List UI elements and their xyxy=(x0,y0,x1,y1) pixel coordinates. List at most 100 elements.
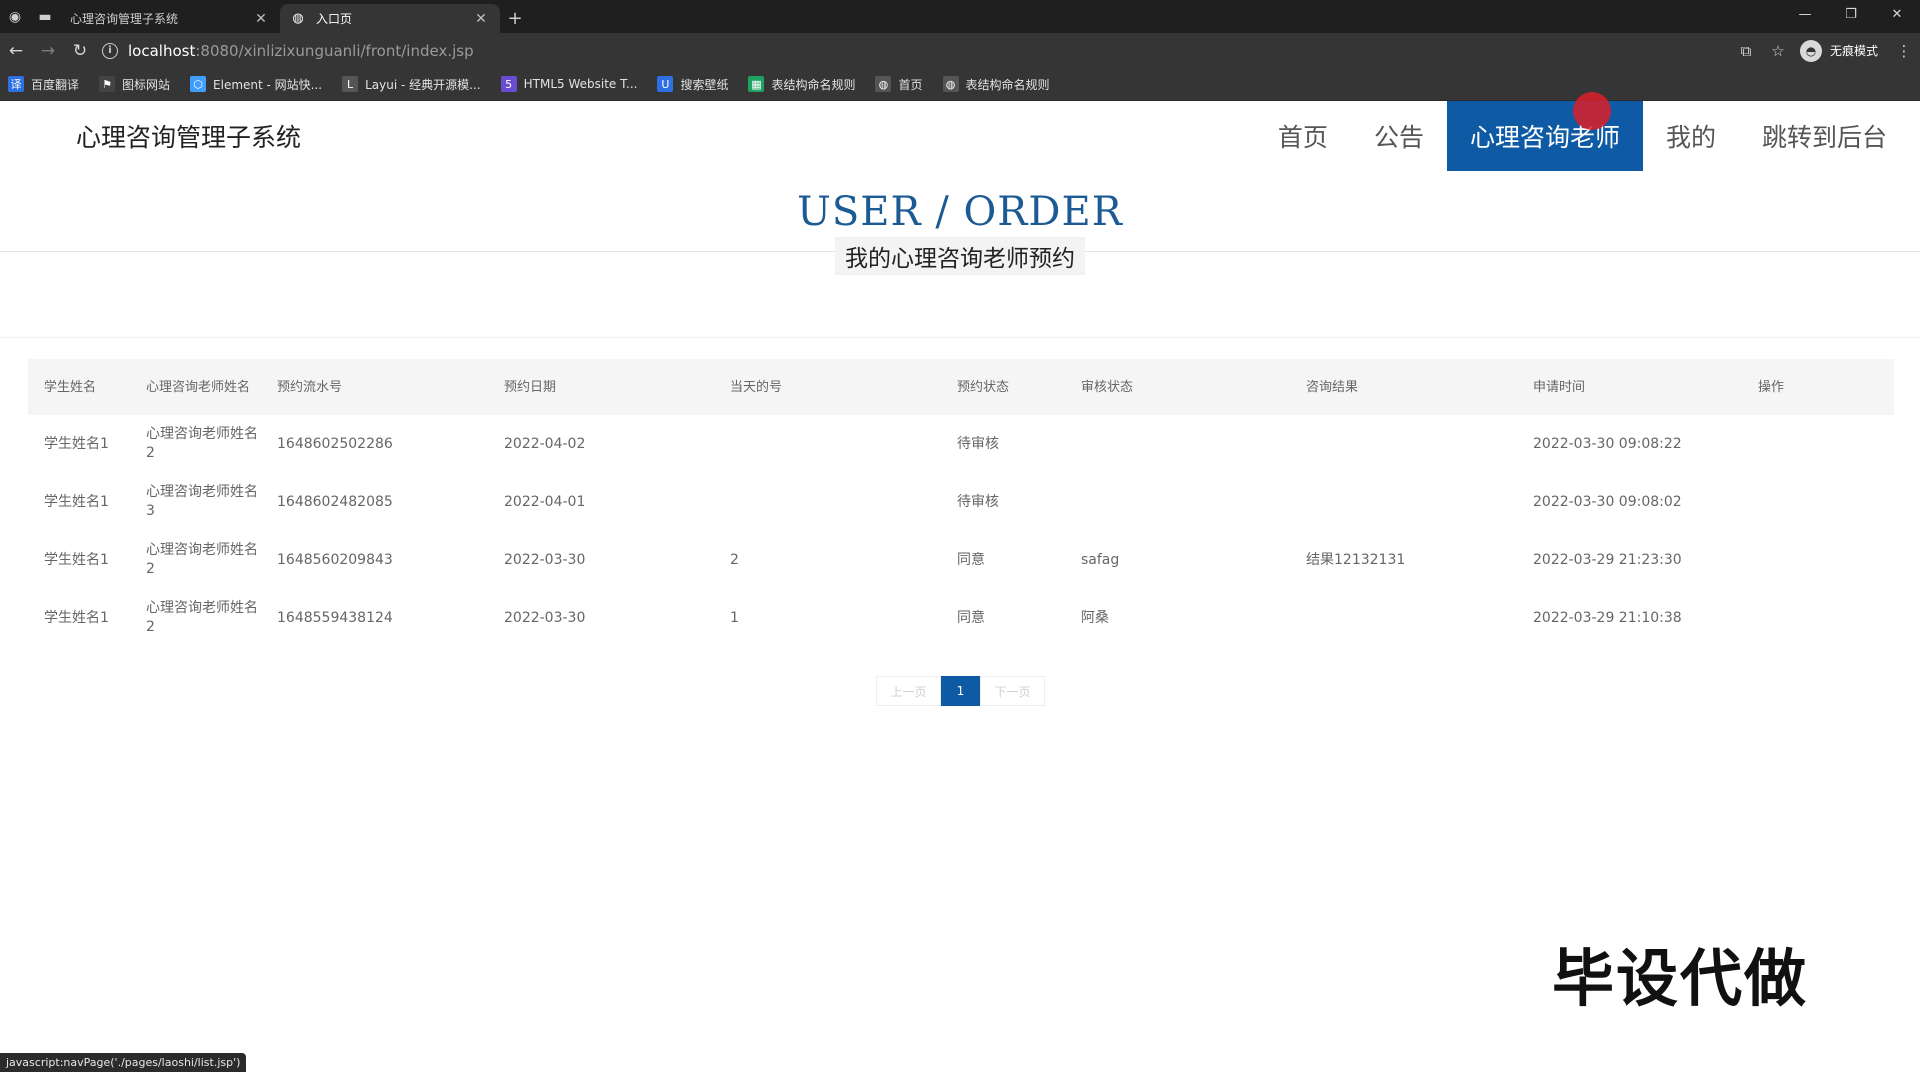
globe-icon: ◍ xyxy=(942,76,959,92)
restore-icon[interactable]: ❐ xyxy=(1828,0,1874,28)
back-icon[interactable]: ← xyxy=(0,36,32,66)
flag-icon: ⚑ xyxy=(99,76,116,92)
browser-tab-0[interactable]: 心理咨询管理子系统 ✕ xyxy=(60,4,280,33)
nav-item-4[interactable]: 跳转到后台 xyxy=(1739,101,1910,171)
translate-icon: 译 xyxy=(8,76,24,92)
table-cell: 2022-03-29 21:10:38 xyxy=(1533,609,1682,626)
globe-icon: ◍ xyxy=(875,76,892,92)
status-bar: javascript:navPage('./pages/laoshi/list.… xyxy=(0,1053,247,1072)
table-cell: 1648602482085 xyxy=(277,493,393,510)
table-cell: 同意 xyxy=(957,609,985,626)
url-path: :8080/xinlizixunguanli/front/index.jsp xyxy=(195,41,474,60)
wallpaper-icon: U xyxy=(657,76,674,92)
bookmark-label: Layui - 经典开源模... xyxy=(365,77,481,92)
nav-item-3[interactable]: 我的 xyxy=(1643,101,1739,171)
browser-toolbar: ← → ↻ i localhost:8080/xinlizixunguanli/… xyxy=(0,33,1920,68)
table-cell: 1648560209843 xyxy=(277,551,393,568)
window-controls: — ❐ ✕ xyxy=(1782,0,1920,28)
nav-item-1[interactable]: 公告 xyxy=(1351,101,1447,171)
reload-icon[interactable]: ↻ xyxy=(64,36,96,66)
web-page: 心理咨询管理子系统 首页 公告 心理咨询老师 我的 跳转到后台 USER / ORDER… xyxy=(0,92,1920,1072)
table-cell: 阿桑 xyxy=(1081,609,1109,626)
element-icon: ⬡ xyxy=(190,76,207,92)
column-header: 审核状态 xyxy=(1081,379,1134,395)
sheet-icon: ▦ xyxy=(748,76,765,92)
column-header: 预约流水号 xyxy=(277,379,343,395)
watermark-text: 毕设代做 xyxy=(1552,942,1809,1015)
site-header: 心理咨询管理子系统 首页 公告 心理咨询老师 我的 跳转到后台 xyxy=(0,101,1920,171)
table-cell: 1 xyxy=(730,609,739,626)
table-cell: 2022-04-02 xyxy=(504,435,586,452)
table-cell: 1648602502286 xyxy=(277,435,393,452)
table-cell: 学生姓名1 xyxy=(44,609,109,626)
incognito-indicator[interactable]: ◓ 无痕模式 xyxy=(1799,39,1878,62)
star-icon[interactable]: ☆ xyxy=(1762,42,1794,60)
bookmark-label: HTML5 Website T... xyxy=(523,77,638,91)
address-bar[interactable]: i localhost:8080/xinlizixunguanli/front/… xyxy=(102,37,1702,65)
column-header: 申请时间 xyxy=(1533,379,1586,395)
table-header-row: 学生姓名 心理咨询老师姓名 预约流水号 预约日期 当天的号 预约状态 审核状态 咨询结果 申请时… xyxy=(28,359,1894,415)
next-page-button[interactable]: 下一页 xyxy=(980,676,1045,706)
forward-icon[interactable]: → xyxy=(32,36,64,66)
table-cell: 2022-03-30 09:08:02 xyxy=(1533,493,1682,510)
new-tab-button[interactable]: + xyxy=(500,4,530,33)
more-menu-icon[interactable]: ⋮ xyxy=(1888,42,1920,60)
browser-tab-1[interactable]: ◍ 入口页 ✕ xyxy=(280,4,500,33)
table-cell: 心理咨询老师姓名2 xyxy=(146,542,258,577)
table-row: 学生姓名1 心理咨询老师姓名2 1648560209843 2022-03-30 2 同意… xyxy=(28,531,1894,589)
column-header: 学生姓名 xyxy=(44,379,97,395)
table-cell: 待审核 xyxy=(957,435,999,452)
bookmark-item[interactable]: ▦ 表结构命名规则 xyxy=(748,76,855,93)
close-window-icon[interactable]: ✕ xyxy=(1874,0,1920,28)
table-cell: 同意 xyxy=(957,551,985,568)
bookmark-item[interactable]: ◍ 表结构命名规则 xyxy=(942,76,1050,93)
nav-item-2[interactable]: 心理咨询老师 xyxy=(1446,101,1643,171)
bookmark-label: 表结构命名规则 xyxy=(771,77,856,92)
nav-item-0[interactable]: 首页 xyxy=(1255,101,1351,171)
table-cell: 心理咨询老师姓名2 xyxy=(146,600,258,635)
order-table: 学生姓名 心理咨询老师姓名 预约流水号 预约日期 当天的号 预约状态 审核状态 咨询结果 申请时… xyxy=(28,359,1894,647)
html5-icon: 5 xyxy=(500,76,517,92)
column-header: 预约状态 xyxy=(957,379,1010,395)
browser-menu-icon[interactable]: ◉ xyxy=(0,0,30,33)
bookmark-item[interactable]: 译百度翻译 xyxy=(8,76,79,93)
table-cell: 2022-03-30 xyxy=(504,609,586,626)
table-cell: 2022-03-30 09:08:22 xyxy=(1533,435,1682,452)
prev-page-button[interactable]: 上一页 xyxy=(876,676,941,706)
tab-search-icon[interactable]: ▬ xyxy=(30,0,60,33)
divider xyxy=(0,337,1920,338)
bookmark-item[interactable]: U 搜索壁纸 xyxy=(657,76,728,93)
table-cell: 学生姓名1 xyxy=(44,551,109,568)
bookmark-item[interactable]: 5 HTML5 Website T... xyxy=(500,76,638,92)
table-cell: 学生姓名1 xyxy=(44,493,109,510)
info-icon[interactable]: i xyxy=(102,42,118,59)
page-1-button[interactable]: 1 xyxy=(941,676,980,706)
table-cell: 2022-04-01 xyxy=(504,493,586,510)
section-title-cn: 我的心理咨询老师预约 xyxy=(835,237,1085,275)
browser-tab-strip: ◉ ▬ 心理咨询管理子系统 ✕ ◍ 入口页 ✕ + — ❐ ✕ xyxy=(0,0,1920,33)
bookmark-label: 搜索壁纸 xyxy=(680,77,729,92)
column-header: 当天的号 xyxy=(730,379,783,395)
bookmark-label: Element - 网站快... xyxy=(213,77,323,92)
bookmark-item[interactable]: ⬡ Element - 网站快... xyxy=(190,76,322,93)
close-icon[interactable]: ✕ xyxy=(252,11,270,27)
minimize-icon[interactable]: — xyxy=(1782,0,1828,28)
incognito-icon: ◓ xyxy=(1799,39,1822,62)
site-title[interactable]: 心理咨询管理子系统 xyxy=(76,118,301,154)
close-icon[interactable]: ✕ xyxy=(472,11,490,27)
translate-icon[interactable]: ⧉ xyxy=(1730,42,1762,60)
bookmark-item[interactable]: ⚑ 图标网站 xyxy=(99,76,170,93)
table-cell: 1648559438124 xyxy=(277,609,393,626)
bookmark-label: 表结构命名规则 xyxy=(965,77,1050,92)
table-cell: 学生姓名1 xyxy=(44,435,109,452)
bookmark-item[interactable]: ◍ 首页 xyxy=(875,76,923,93)
bookmark-item[interactable]: L Layui - 经典开源模... xyxy=(342,76,481,93)
layui-icon: L xyxy=(342,76,359,92)
toolbar-right: ⧉ ☆ ◓ 无痕模式 ⋮ xyxy=(1730,33,1920,68)
browser-tab-title: 心理咨询管理子系统 xyxy=(70,12,179,26)
table-row: 学生姓名1 心理咨询老师姓名2 1648559438124 2022-03-30 1 同意… xyxy=(28,589,1894,647)
table-cell: 心理咨询老师姓名3 xyxy=(146,484,258,519)
bookmark-label: 图标网站 xyxy=(122,77,171,92)
section-subtitle-wrap: 我的心理咨询老师预约 xyxy=(0,237,1920,275)
column-header: 心理咨询老师姓名 xyxy=(146,379,251,395)
